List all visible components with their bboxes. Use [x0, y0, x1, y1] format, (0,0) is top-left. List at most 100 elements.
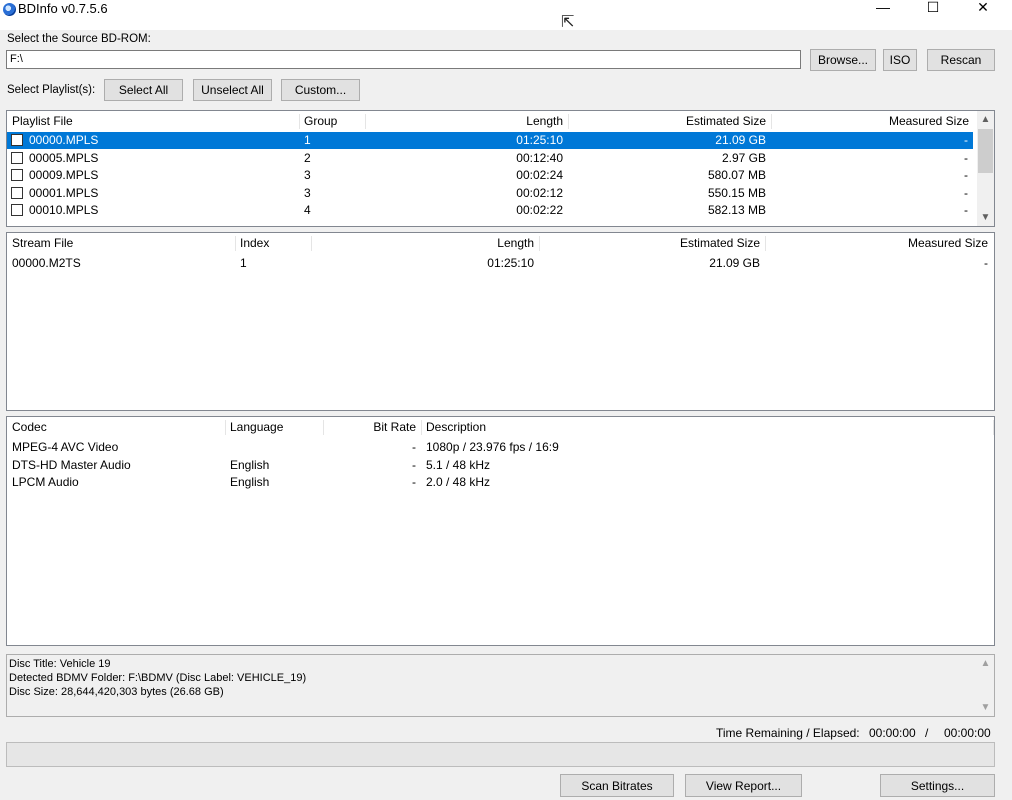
window-title: BDInfo v0.7.5.6: [18, 1, 108, 16]
cell-measured-size: -: [964, 133, 968, 147]
cell-measured-size: -: [964, 168, 968, 182]
playlist-list[interactable]: Playlist File Group Length Estimated Siz…: [6, 110, 995, 227]
col-index[interactable]: Index: [235, 233, 311, 253]
codec-list[interactable]: Codec Language Bit Rate Description MPEG…: [6, 416, 995, 646]
disc-info-line: Disc Size: 28,644,420,303 bytes (26.68 G…: [9, 686, 224, 698]
cell-length: 01:25:10: [487, 256, 534, 270]
time-separator: /: [925, 726, 929, 740]
cell-playlist-file: 00009.MPLS: [29, 168, 99, 182]
cell-bit-rate: -: [412, 457, 416, 472]
cell-index: 1: [240, 256, 247, 270]
cell-playlist-file: 00010.MPLS: [29, 203, 99, 217]
cell-group: 1: [304, 133, 311, 147]
col-language[interactable]: Language: [225, 417, 323, 437]
table-row[interactable]: LPCM Audio English -2.0 / 48 kHz: [7, 474, 994, 491]
cell-estimated-size: 21.09 GB: [709, 256, 760, 270]
scroll-down-icon[interactable]: ▼: [977, 699, 994, 716]
time-remaining: 00:00:00: [869, 726, 916, 740]
custom-button[interactable]: Custom...: [281, 79, 360, 101]
row-checkbox[interactable]: [11, 186, 23, 199]
time-label: Time Remaining / Elapsed:: [716, 726, 860, 740]
col-length[interactable]: Length: [365, 111, 568, 131]
playlist-scrollbar[interactable]: ▲ ▼: [977, 111, 994, 226]
col-codec[interactable]: Codec: [7, 417, 225, 437]
col-measured-size[interactable]: Measured Size: [765, 233, 993, 253]
row-checkbox[interactable]: [11, 134, 23, 146]
time-elapsed: 00:00:00: [944, 726, 991, 740]
disc-info-text: Disc Title: Vehicle 19 Detected BDMV Fold…: [9, 657, 306, 699]
scan-bitrates-button[interactable]: Scan Bitrates: [560, 774, 674, 797]
cell-playlist-file: 00000.MPLS: [29, 133, 99, 147]
col-divider: [993, 420, 994, 435]
col-estimated-size[interactable]: Estimated Size: [568, 111, 771, 131]
scroll-down-icon[interactable]: ▼: [977, 209, 994, 226]
scroll-thumb[interactable]: [978, 129, 993, 173]
col-stream-file[interactable]: Stream File: [7, 233, 235, 253]
cell-language: English: [230, 475, 270, 489]
iso-button[interactable]: ISO: [883, 49, 917, 71]
cell-group: 4: [304, 203, 311, 217]
col-estimated-size[interactable]: Estimated Size: [539, 233, 765, 253]
source-label: Select the Source BD-ROM:: [7, 33, 151, 45]
unselect-all-button[interactable]: Unselect All: [193, 79, 272, 101]
cell-estimated-size: 21.09 GB: [715, 133, 766, 147]
cell-estimated-size: 580.07 MB: [707, 168, 766, 182]
cell-codec: LPCM Audio: [12, 475, 79, 489]
table-row[interactable]: 00000.M2TS 1 01:25:10 21.09 GB -: [7, 255, 994, 272]
col-bit-rate[interactable]: Bit Rate: [323, 417, 421, 437]
view-report-button[interactable]: View Report...: [685, 774, 802, 797]
cell-codec: DTS-HD Master Audio: [12, 457, 131, 472]
cell-playlist-file: 00001.MPLS: [29, 185, 99, 200]
table-row[interactable]: DTS-HD Master Audio English -5.1 / 48 kHz: [7, 457, 994, 474]
bluray-disc-icon: [3, 3, 16, 16]
table-row[interactable]: 00010.MPLS 4 00:02:22 582.13 MB -: [7, 202, 973, 219]
disc-info-box[interactable]: Disc Title: Vehicle 19 Detected BDMV Fold…: [6, 654, 995, 717]
disc-info-line: Disc Title: Vehicle 19: [9, 658, 111, 670]
cell-codec: MPEG-4 AVC Video: [12, 440, 119, 454]
table-row[interactable]: 00000.MPLS 1 01:25:10 21.09 GB -: [7, 132, 973, 149]
browse-button[interactable]: Browse...: [810, 49, 876, 71]
table-row[interactable]: MPEG-4 AVC Video -1080p / 23.976 fps / 16…: [7, 439, 994, 456]
cell-bit-rate: -: [412, 475, 416, 489]
cell-measured-size: -: [964, 203, 968, 217]
col-measured-size[interactable]: Measured Size: [771, 111, 974, 131]
cell-length: 00:02:12: [516, 185, 563, 200]
col-playlist-file[interactable]: Playlist File: [7, 111, 299, 131]
cell-length: 00:12:40: [516, 150, 563, 165]
table-row[interactable]: 00001.MPLS 3 00:02:12 550.15 MB -: [7, 185, 973, 202]
cell-measured-size: -: [964, 150, 968, 165]
mouse-cursor-icon: ⇱: [561, 14, 575, 31]
cell-length: 00:02:24: [516, 168, 563, 182]
row-checkbox[interactable]: [11, 169, 23, 181]
minimize-button[interactable]: —: [860, 0, 906, 30]
source-path-input[interactable]: F:\: [6, 50, 801, 69]
close-button[interactable]: ✕: [960, 0, 1006, 30]
scan-progress-bar: [6, 742, 995, 767]
select-all-button[interactable]: Select All: [104, 79, 183, 101]
cell-length: 01:25:10: [516, 133, 563, 147]
row-checkbox[interactable]: [11, 151, 23, 164]
stream-list[interactable]: Stream File Index Length Estimated Size …: [6, 232, 995, 411]
scroll-up-icon[interactable]: ▲: [977, 655, 994, 672]
cell-measured-size: -: [964, 185, 968, 200]
table-row[interactable]: 00005.MPLS 2 00:12:40 2.97 GB -: [7, 150, 973, 167]
cell-bit-rate: -: [412, 440, 416, 454]
col-description[interactable]: Description: [421, 417, 993, 437]
cell-description: 5.1 / 48 kHz: [426, 457, 491, 472]
cell-length: 00:02:22: [516, 203, 563, 217]
settings-button[interactable]: Settings...: [880, 774, 995, 797]
maximize-button[interactable]: ☐: [910, 0, 956, 30]
col-length[interactable]: Length: [311, 233, 539, 253]
col-group[interactable]: Group: [299, 111, 365, 131]
cell-language: English: [230, 457, 270, 472]
cell-group: 2: [304, 150, 311, 165]
disc-info-scrollbar[interactable]: ▲ ▼: [977, 655, 994, 716]
cell-measured-size: -: [984, 256, 988, 270]
scroll-up-icon[interactable]: ▲: [977, 111, 994, 128]
cell-group: 3: [304, 185, 311, 200]
row-checkbox[interactable]: [11, 204, 23, 216]
cell-estimated-size: 582.13 MB: [707, 203, 766, 217]
rescan-button[interactable]: Rescan: [927, 49, 995, 71]
cell-group: 3: [304, 168, 311, 182]
table-row[interactable]: 00009.MPLS 3 00:02:24 580.07 MB -: [7, 167, 973, 184]
